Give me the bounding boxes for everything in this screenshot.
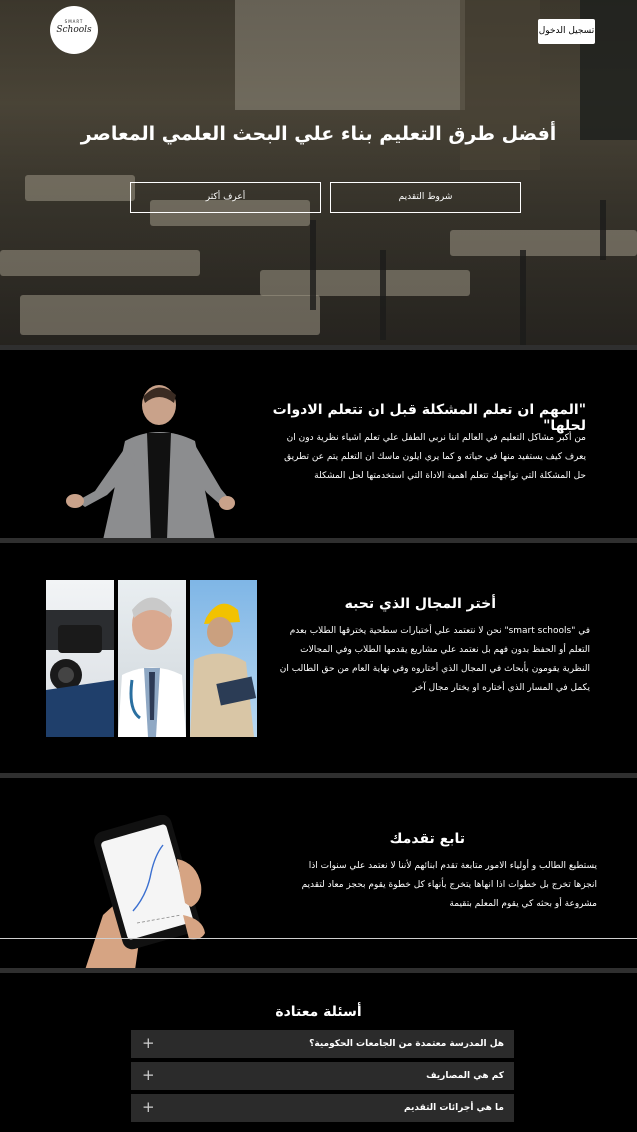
terms-button[interactable]: شروط التقديم	[330, 182, 521, 213]
field-title: أختر المجال الذي تحبه	[344, 596, 496, 612]
section-divider	[0, 538, 637, 543]
hero-desk-leg	[380, 250, 386, 340]
hero-desk	[260, 270, 470, 296]
faq-question: هل المدرسة معتمدة من الجامعات الحكومية؟	[309, 1039, 504, 1049]
learn-more-button[interactable]: أعرف أكثر	[130, 182, 321, 213]
logo[interactable]: SMART Schools	[50, 6, 98, 54]
problem-text-line: يعرف كيف يستفيد منها في حياته و كما يري …	[284, 452, 586, 462]
doctor-photo	[118, 580, 186, 737]
cameraman-photo	[46, 580, 114, 737]
plus-icon[interactable]: +	[142, 1030, 155, 1056]
faq-item[interactable]: ما هي أجرائات التقديم +	[131, 1094, 514, 1122]
problem-text: من أكبر مشاكل التعليم في العالم اننا نرب…	[226, 429, 586, 486]
logo-small-text: SMART	[64, 19, 84, 24]
hero-desk	[450, 230, 637, 256]
plus-icon[interactable]: +	[142, 1062, 155, 1088]
section-divider	[0, 773, 637, 778]
field-text-line: النظرية يقومون بأبحاث في المجال الذي أخت…	[279, 664, 590, 674]
hero-desk	[0, 250, 200, 276]
hero-section: SMART Schools تسجيل الدخول أفضل طرق التع…	[0, 0, 637, 345]
plus-icon[interactable]: +	[142, 1094, 155, 1120]
progress-text-line: يستطيع الطالب و أولياء الامور متابعة تقد…	[308, 861, 597, 871]
hero-desk	[20, 295, 320, 335]
problem-text-line: حل المشكلة التي تواجهك تتعلم اهمية الادا…	[314, 471, 586, 481]
faq-question: كم هي المصاريف	[426, 1071, 504, 1081]
progress-text: يستطيع الطالب و أولياء الامور متابعة تقد…	[257, 857, 597, 914]
field-text: في "smart schools" نحن لا نتعتمد علي أخت…	[260, 622, 590, 698]
problem-text-line: من أكبر مشاكل التعليم في العالم اننا نرب…	[286, 433, 586, 443]
progress-text-line: انجزها تخرج بل خطوات اذا انهاها يتخرج بأ…	[301, 880, 597, 890]
faq-item[interactable]: هل المدرسة معتمدة من الجامعات الحكومية؟ …	[131, 1030, 514, 1058]
field-text-line: يكمل في المسار الذي أختاره او يختار مجال…	[412, 683, 590, 693]
field-text-line: التعلم أو الحفظ بدون فهم بل نعتمد علي مش…	[300, 645, 590, 655]
progress-text-line: مشروعة أو بحثه كي يقوم المعلم بتقيمة	[449, 899, 597, 909]
hero-background-board	[235, 0, 465, 110]
progress-title: تابع تقدمك	[389, 831, 465, 847]
field-text-line: في "smart schools" نحن لا نتعتمد علي أخت…	[289, 626, 590, 636]
faq-title: أسئلة معتادة	[275, 1004, 362, 1020]
elon-musk-image	[66, 385, 235, 540]
hero-desk-leg	[520, 250, 526, 345]
login-button[interactable]: تسجيل الدخول	[538, 19, 595, 44]
hero-title: أفضل طرق التعليم بناء علي البحث العلمي ا…	[80, 123, 557, 145]
section-divider	[0, 968, 637, 973]
logo-name: Schools	[56, 25, 92, 35]
faq-item[interactable]: كم هي المصاريف +	[131, 1062, 514, 1090]
horizontal-rule	[0, 938, 637, 939]
hero-desk-leg	[600, 200, 606, 260]
section-divider	[0, 345, 637, 350]
phone-in-hand-image	[85, 815, 205, 970]
hero-desk-leg	[310, 220, 316, 310]
faq-question: ما هي أجرائات التقديم	[403, 1103, 504, 1113]
hero-desk	[25, 175, 135, 201]
